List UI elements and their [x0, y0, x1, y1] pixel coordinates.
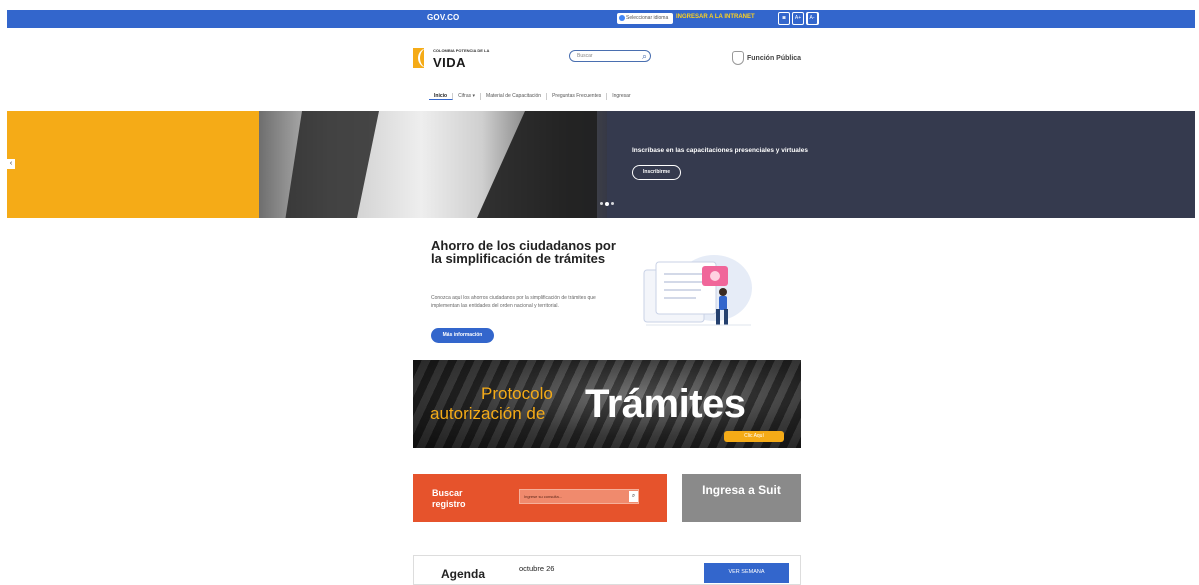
agenda-title: Agenda [441, 567, 486, 581]
search-placeholder: Buscar [577, 53, 593, 59]
suit-label: Ingresa a Suit [702, 483, 781, 497]
protocolo-line2: autorización de [430, 404, 546, 423]
logo-vida-text: VIDA [433, 55, 467, 70]
search-icon[interactable]: ⌕ [629, 491, 638, 502]
hero-carousel: Inscríbase en las capacitaciones presenc… [7, 111, 1195, 218]
chevron-down-icon: ▾ [472, 93, 476, 99]
hero-title: Inscríbase en las capacitaciones presenc… [632, 147, 808, 154]
protocolo-line1: Protocolo [481, 384, 553, 403]
inscribirme-button[interactable]: Inscribirme [632, 165, 681, 180]
font-increase-button[interactable]: A+ [792, 12, 804, 25]
nav-item-inicio[interactable]: Inicio [429, 93, 454, 100]
nav-item-ingresar[interactable]: Ingresar [607, 93, 635, 100]
carousel-prev-icon[interactable]: ‹ [7, 159, 15, 169]
buscar-registro-title: Buscar registro [432, 488, 466, 510]
rss-icon[interactable]: ◙ [778, 12, 790, 25]
main-nav: Inicio Cifras ▾ Material de Capacitación… [429, 93, 636, 100]
carousel-dot[interactable] [600, 202, 603, 205]
hero-dark-panel [607, 111, 1195, 218]
clic-aqui-button[interactable]: Clic Aquí [724, 431, 784, 442]
ahorro-description: Conozca aquí los ahorros ciudadanos por … [431, 295, 596, 309]
buscar-title-line2: registro [432, 499, 466, 509]
nav-item-cifras[interactable]: Cifras ▾ [453, 93, 482, 100]
agenda-date: octubre 26 [519, 564, 555, 573]
search-input[interactable]: Buscar ⌕ [569, 50, 651, 62]
carousel-dot[interactable] [611, 202, 614, 205]
funcion-publica-logo[interactable]: Función Pública [747, 55, 801, 62]
govco-logo[interactable]: GOV.CO [427, 13, 459, 22]
ahorro-illustration [643, 255, 752, 326]
buscar-title-line1: Buscar [432, 488, 463, 498]
ver-semana-button[interactable]: VER SEMANA [704, 563, 789, 583]
protocolo-tramites: Trámites [585, 382, 746, 426]
nav-item-material[interactable]: Material de Capacitación [481, 93, 548, 100]
logo-small-text: COLOMBIA POTENCIA DE LA [433, 48, 490, 53]
contrast-icon[interactable] [807, 12, 819, 25]
search-icon[interactable]: ⌕ [642, 51, 647, 61]
nav-item-cifras-label: Cifras [458, 93, 472, 99]
registro-search-input[interactable]: Ingrese su consulta... [519, 489, 639, 504]
gov-top-bar: GOV.CO Seleccionar idioma INGRESAR A LA … [7, 10, 1195, 28]
protocolo-banner[interactable]: Protocolo autorización de Trámites Clic … [413, 360, 801, 448]
buscar-registro-panel: Buscar registro Ingrese su consulta... ⌕ [413, 474, 667, 522]
carousel-dots [600, 201, 614, 206]
agenda-panel: Agenda octubre 26 VER SEMANA [413, 555, 801, 585]
google-translate-icon [619, 15, 625, 21]
nav-item-preguntas[interactable]: Preguntas Frecuentes [547, 93, 608, 100]
ahorro-title: Ahorro de los ciudadanos por la simplifi… [431, 238, 616, 266]
ingresa-suit-button[interactable]: Ingresa a Suit [682, 474, 801, 522]
language-select[interactable]: Seleccionar idioma [617, 13, 673, 24]
hero-yellow-panel [7, 111, 259, 218]
funcion-publica-shield-icon [732, 51, 744, 65]
intranet-link[interactable]: INGRESAR A LA INTRANET [676, 14, 755, 20]
carousel-dot-active[interactable] [605, 201, 609, 206]
mas-informacion-button[interactable]: Más información [431, 328, 494, 343]
language-select-label: Seleccionar idioma [626, 15, 669, 21]
